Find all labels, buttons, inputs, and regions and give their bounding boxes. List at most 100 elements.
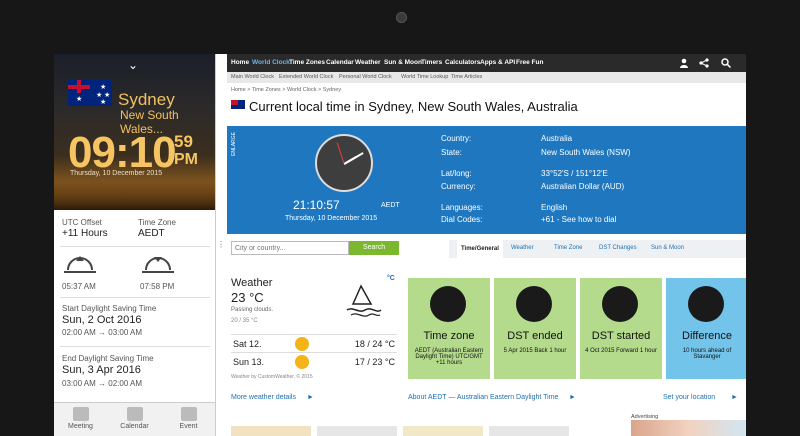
forecast-day: Sat 12.: [233, 339, 262, 349]
calendar-icon: [126, 407, 143, 421]
state-value: New South Wales (NSW): [541, 148, 631, 157]
utc-offset-label: UTC Offset: [62, 218, 102, 227]
end-dst-times: 03:00 AM → 02:00 AM: [62, 379, 143, 388]
card-time-zone[interactable]: Time zone AEDT (Australian Eastern Dayli…: [408, 278, 490, 379]
card-sub: 4 Oct 2015 Forward 1 hour: [585, 348, 657, 354]
sunset-icon: [142, 257, 174, 273]
card-dst-ended[interactable]: DST ended 5 Apr 2015 Back 1 hour: [494, 278, 576, 379]
australia-flag-icon: [231, 100, 245, 109]
share-icon[interactable]: [699, 58, 709, 68]
end-dst-date: Sun, 3 Apr 2016: [62, 364, 141, 376]
user-icon[interactable]: [679, 58, 689, 68]
people-icon: [180, 407, 197, 421]
end-dst-label: End Daylight Saving Time: [62, 354, 154, 363]
weather-range: 20 / 35 °C: [231, 318, 258, 324]
tab-time-general[interactable]: Time/General: [457, 240, 503, 258]
forecast-row: Sat 12. 18 / 24 °C: [231, 334, 397, 353]
start-dst-times: 02:00 AM → 03:00 AM: [62, 328, 143, 337]
clock-icon: [430, 286, 466, 322]
sun-icon: [295, 337, 309, 351]
card-title: Difference: [682, 330, 732, 342]
unit-toggle[interactable]: °C: [387, 275, 395, 282]
resize-handle[interactable]: ⋮: [215, 240, 227, 249]
card-sub: 10 hours ahead of Stavanger: [682, 348, 732, 360]
breadcrumb[interactable]: Home > Time Zones > World Clock > Sydney: [231, 87, 341, 93]
about-aedt-link[interactable]: About AEDT — Australian Eastern Daylight…: [408, 394, 558, 401]
chevron-down-icon[interactable]: ⌄: [128, 58, 138, 72]
tab-sun-moon[interactable]: Sun & Moon: [651, 245, 684, 251]
digital-date: Thursday, 10 December 2015: [285, 215, 378, 222]
australia-flag-icon: ★ ★ ★ ★ ★: [68, 80, 112, 106]
utc-offset-value: +11 Hours: [62, 228, 108, 239]
tab-meeting[interactable]: Meeting: [54, 403, 107, 436]
nav-apps-api[interactable]: Apps & API: [480, 59, 515, 66]
tab-calendar[interactable]: Calendar: [108, 403, 161, 436]
time-zone-label: Time Zone: [138, 218, 176, 227]
languages-label: Languages:: [441, 203, 483, 212]
nav-world-clock[interactable]: World Clock: [252, 59, 290, 66]
nav-sun-moon[interactable]: Sun & Moon: [384, 59, 422, 66]
search-button[interactable]: Search: [349, 241, 399, 255]
country-value[interactable]: Australia: [541, 134, 572, 143]
forecast-day: Sun 13.: [233, 357, 265, 367]
subnav-main-world-clock[interactable]: Main World Clock: [231, 74, 274, 80]
subnav-time-articles[interactable]: Time Articles: [451, 74, 482, 80]
sunset-time: 07:58 PM: [140, 282, 175, 291]
screen: ⌄ ★ ★ ★ ★ ★ Sydney New South Wales... 09…: [54, 54, 746, 436]
nav-weather[interactable]: Weather: [355, 59, 381, 66]
search-icon[interactable]: [721, 58, 731, 68]
card-sub: 5 Apr 2015 Back 1 hour: [503, 348, 567, 354]
subnav-world-time-lookup[interactable]: World Time Lookup: [401, 74, 448, 80]
weather-desc: Passing clouds.: [231, 307, 274, 313]
clock-second-hand: [336, 142, 345, 164]
opera-house-silhouette: [54, 180, 215, 210]
partly-cloudy-icon: [346, 284, 382, 317]
promo-tile[interactable]: [489, 426, 569, 436]
content-tabs: Time/General Weather Time Zone DST Chang…: [449, 240, 746, 258]
set-location-link[interactable]: Set your location: [663, 394, 715, 401]
weather-temp: 23 °C: [231, 290, 264, 305]
time-zone-value: AEDT: [138, 228, 165, 239]
start-dst-label: Start Daylight Saving Time: [62, 304, 157, 313]
sidebar: ⌄ ★ ★ ★ ★ ★ Sydney New South Wales... 09…: [54, 54, 216, 436]
nav-calendar[interactable]: Calendar: [326, 59, 354, 66]
enlarge-button[interactable]: ENLARGE: [231, 132, 237, 156]
divider: [60, 297, 210, 298]
nav-home[interactable]: Home: [231, 59, 249, 66]
tab-time-zone[interactable]: Time Zone: [554, 245, 582, 251]
languages-value: English: [541, 203, 568, 212]
dialcodes-value[interactable]: +61 - See how to dial: [541, 215, 616, 224]
card-difference[interactable]: Difference 10 hours ahead of Stavanger: [666, 278, 746, 379]
main-content: Home World Clock Time Zones Calendar Wea…: [227, 54, 746, 436]
sidebar-city: Sydney: [118, 90, 175, 109]
subnav-personal-world-clock[interactable]: Personal World Clock: [339, 74, 392, 80]
promo-tile[interactable]: [403, 426, 483, 436]
tab-event[interactable]: Event: [162, 403, 215, 436]
nav-timers[interactable]: Timers: [421, 59, 442, 66]
sidebar-hero: ⌄ ★ ★ ★ ★ ★ Sydney New South Wales... 09…: [54, 54, 215, 210]
promo-tile[interactable]: [231, 426, 311, 436]
analog-clock: [315, 134, 373, 192]
promo-tile[interactable]: [317, 426, 397, 436]
nav-free-fun[interactable]: Free Fun: [516, 59, 543, 66]
digital-tz: AEDT: [381, 202, 400, 209]
sidebar-seconds: 59: [174, 132, 193, 151]
digital-time: 21:10:57: [293, 198, 340, 212]
nav-calculators[interactable]: Calculators: [445, 59, 480, 66]
card-title: Time zone: [423, 330, 475, 342]
advertisement-image[interactable]: [631, 420, 746, 436]
sidebar-date: Thursday, 10 December 2015: [70, 170, 163, 177]
forecast-temps: 17 / 23 °C: [354, 357, 395, 367]
card-dst-started[interactable]: DST started 4 Oct 2015 Forward 1 hour: [580, 278, 662, 379]
search-input[interactable]: [231, 241, 349, 255]
page-title: Current local time in Sydney, New South …: [249, 99, 578, 114]
more-weather-link[interactable]: More weather details: [231, 394, 296, 401]
card-title: DST started: [591, 330, 651, 342]
tab-dst-changes[interactable]: DST Changes: [599, 245, 637, 251]
subnav-extended-world-clock[interactable]: Extended World Clock: [279, 74, 333, 80]
clock-back-icon: [516, 286, 552, 322]
clock-forward-icon: [602, 286, 638, 322]
nav-time-zones[interactable]: Time Zones: [289, 59, 325, 66]
tab-weather[interactable]: Weather: [511, 245, 534, 251]
card-sub: AEDT (Australian Eastern Daylight Time) …: [414, 348, 484, 366]
